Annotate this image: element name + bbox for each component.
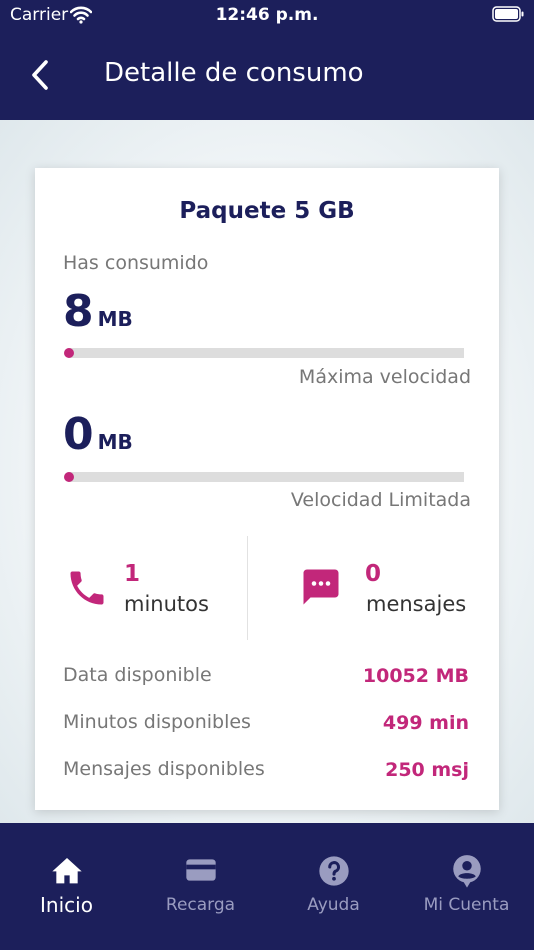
- tab-inicio[interactable]: Inicio: [0, 823, 133, 950]
- messages-used-value: 0: [365, 561, 382, 587]
- tab-recarga[interactable]: Recarga: [134, 823, 267, 950]
- help-circle-icon: [318, 855, 350, 891]
- messages-available-value: 250 msj: [385, 759, 469, 781]
- progress-indicator: [64, 472, 74, 482]
- chat-bubble-icon: [300, 566, 342, 612]
- usage-limited-speed-value: 0 MB: [63, 409, 133, 460]
- phone-icon: [65, 566, 109, 614]
- navigation-bar: Detalle de consumo: [0, 40, 534, 110]
- tab-bar: Inicio Recarga Ayuda Mi Cuenta: [0, 823, 534, 950]
- usage-progress-bar: [64, 348, 464, 358]
- minutes-used-value: 1: [124, 561, 141, 587]
- minutes-available-label: Minutos disponibles: [63, 711, 251, 733]
- tab-label: Inicio: [40, 893, 93, 917]
- usage-unit: MB: [97, 307, 133, 331]
- tab-label: Ayuda: [307, 895, 360, 915]
- user-circle-icon: [452, 855, 482, 893]
- package-title: Paquete 5 GB: [179, 198, 355, 224]
- battery-icon: [492, 6, 524, 27]
- data-available-value: 10052 MB: [362, 665, 469, 687]
- max-speed-label: Máxima velocidad: [298, 366, 471, 388]
- messages-used-label: mensajes: [366, 592, 467, 616]
- limited-speed-label: Velocidad Limitada: [290, 489, 471, 511]
- minutes-used-label: minutos: [124, 592, 209, 616]
- tab-label: Recarga: [165, 895, 236, 915]
- status-bar: Carrier 12:46 p.m.: [0, 0, 534, 32]
- minutes-available-value: 499 min: [382, 712, 469, 734]
- data-available-label: Data disponible: [63, 664, 212, 686]
- consumed-label: Has consumido: [63, 252, 209, 274]
- tab-ayuda[interactable]: Ayuda: [267, 823, 400, 950]
- credit-card-icon: [185, 855, 217, 889]
- usage-number: 8: [63, 286, 94, 337]
- page-title: Detalle de consumo: [104, 58, 364, 88]
- home-icon: [51, 855, 83, 889]
- usage-unit: MB: [97, 430, 133, 454]
- chevron-left-icon: [32, 60, 48, 90]
- app-header: Carrier 12:46 p.m. Detalle de consumo: [0, 0, 534, 120]
- usage-max-speed-value: 8 MB: [63, 286, 133, 337]
- stats-divider: [247, 536, 248, 640]
- usage-number: 0: [63, 409, 94, 460]
- messages-available-label: Mensajes disponibles: [63, 758, 265, 780]
- usage-progress-bar: [64, 472, 464, 482]
- tab-mi-cuenta[interactable]: Mi Cuenta: [400, 823, 533, 950]
- progress-indicator: [64, 348, 74, 358]
- clock: 12:46 p.m.: [215, 5, 319, 25]
- tab-label: Mi Cuenta: [423, 895, 510, 915]
- back-button[interactable]: [26, 56, 56, 94]
- package-card: Paquete 5 GB Has consumido 8 MB Máxima ve…: [35, 168, 499, 810]
